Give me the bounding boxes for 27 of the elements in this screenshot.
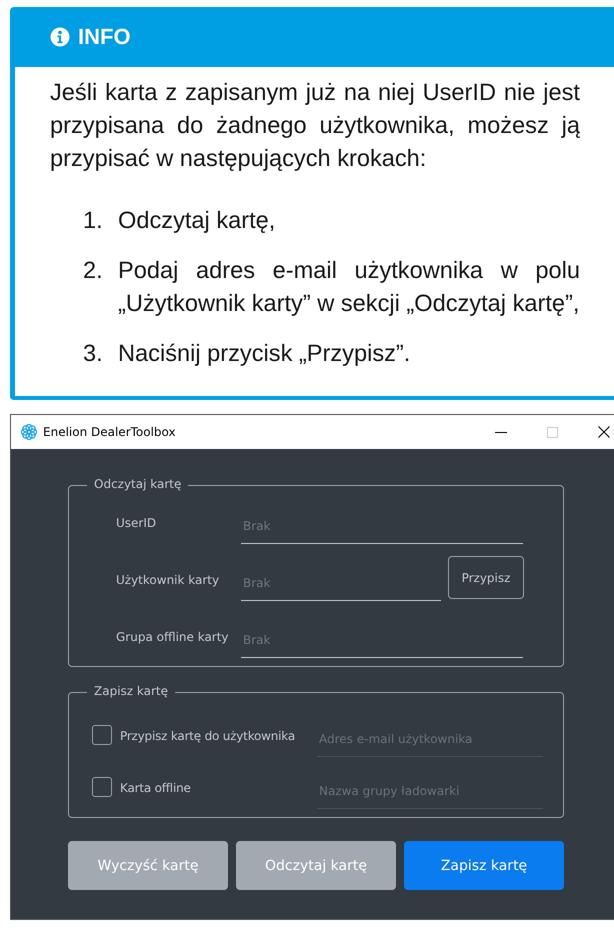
checkbox-label: Przypisz kartę do użytkownika (119, 729, 296, 745)
info-paragraph: Jeśli karta z zapisanym już na niej UserID nie jest przypisana do żadnego użytkownika, możesz ją przypisać w następujących krokach: (50, 79, 580, 174)
group-title: Odczytaj kartę (87, 477, 188, 491)
flower-logo-icon (21, 424, 37, 440)
assign-button[interactable]: Przypisz (448, 556, 524, 599)
info-title: INFO (78, 24, 131, 50)
step-text: Podaj adres e-mail użytkownika w polu „Użytkownik karty” w sekcji „Odczytaj kartę”, (118, 257, 580, 319)
checkbox[interactable] (92, 725, 112, 745)
action-button[interactable]: Wyczyść kartę (68, 841, 228, 890)
field-label: Użytkownik karty (116, 573, 220, 589)
step-text: Naciśnij przycisk „Przypisz”. (118, 340, 412, 369)
info-icon (50, 27, 70, 47)
step-number: 2. (83, 257, 104, 286)
action-button[interactable]: Odczytaj kartę (236, 841, 396, 890)
field-label: UserID (116, 516, 158, 532)
checkbox-label: Karta offline (119, 781, 192, 797)
input-field[interactable]: Adres e-mail użytkownika (317, 721, 543, 757)
action-button[interactable]: Zapisz kartę (404, 841, 564, 890)
close-icon[interactable] (598, 426, 610, 438)
step-number: 3. (83, 340, 104, 369)
group-title: Zapisz kartę (87, 684, 176, 698)
input-field[interactable]: Nazwa grupy ładowarki (317, 773, 543, 809)
window-title: Enelion DealerToolbox (43, 425, 176, 439)
step-number: 1. (83, 207, 104, 236)
checkbox[interactable] (92, 777, 112, 797)
step-text: Odczytaj kartę, (118, 207, 276, 236)
field-label: Grupa offline karty (116, 630, 230, 646)
